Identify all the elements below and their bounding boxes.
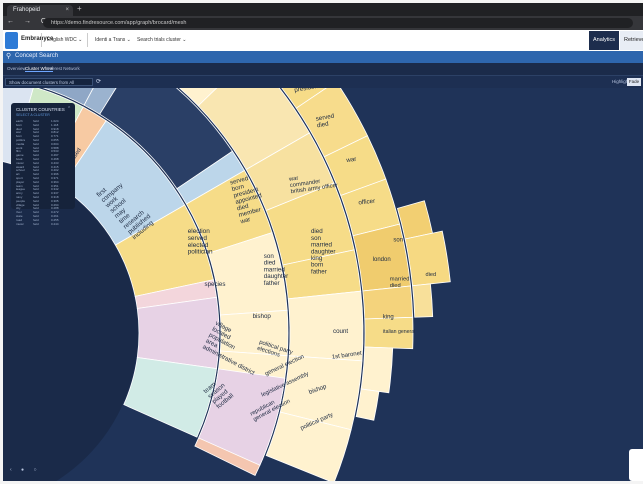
cluster-sport[interactable] [123,357,217,438]
cluster-wheel: filmseriesdirectedtelevisionalbumrelease… [3,88,451,481]
index-selector[interactable]: Identi a Trans ⌄ [95,37,131,43]
wheel-label: son [393,238,403,244]
legend-entry[interactable]: 0.244 [51,222,59,227]
view-tabs: Overview Cluster Wheel Interest Network [3,63,643,76]
app-window: Frahopeid × + ← → C ⌂ https://demo.findr… [3,3,643,481]
browser-toolbar: ← → C ⌂ https://demo.findresource.com/ap… [3,16,643,30]
cluster-legend: CLUSTER COUNTRIES SELECT A CLUSTER ⌃ ear… [11,103,75,225]
analytics-button[interactable]: Analytics [589,31,619,50]
header-divider [87,33,88,47]
tab-overview[interactable]: Overview [7,66,26,71]
header-divider [41,33,42,47]
fade-toggle[interactable]: Fade [627,78,641,86]
frag5[interactable] [355,388,380,421]
wheel-label: species [204,281,225,288]
window-corner [629,449,643,481]
refresh-icon[interactable]: ⟳ [96,78,101,85]
new-tab-icon[interactable]: + [77,4,82,13]
browser-tab-title: Frahopeid [13,7,41,13]
frag4[interactable] [360,346,394,394]
wheel-label: bishop [253,313,272,320]
legend-entry[interactable]: music [16,222,25,227]
legend-subtitle[interactable]: SELECT A CLUSTER [16,113,50,117]
retrieve-button[interactable]: Retrieve [620,31,643,50]
frag1[interactable] [396,200,433,240]
wheel-label: count [333,328,348,335]
wheel-label: died [426,272,437,278]
chevron-up-icon[interactable]: ⌃ [67,106,71,112]
legend-terms: earth born died war born politics media work fil… [16,119,25,227]
legend-entry[interactable]: held [33,222,39,227]
wheel-label: italian general [383,329,415,335]
search-icon: ⚲ [6,53,12,60]
address-bar[interactable]: https://demo.findresource.com/app/graph/… [43,18,633,28]
close-icon[interactable]: × [65,5,69,16]
legend-scores: 1.024 1.118 0.918 0.812 0.771 0.655 0.604 0.588… [51,119,59,227]
playback-icons[interactable]: ‹ ● ○ [10,467,40,473]
cluster-village[interactable] [136,296,220,370]
tab-interest-network[interactable]: Interest Network [47,66,80,71]
app-logo [5,32,18,49]
app-header: Embranyce English WDC ⌄ Identi a Trans ⌄… [3,30,643,52]
cluster-source-dropdown[interactable]: Show document clusters from All [5,78,93,86]
browser-tabstrip: Frahopeid × + [3,3,643,16]
legend-title: CLUSTER COUNTRIES [16,107,65,112]
cluster-selector[interactable]: Search trials cluster ⌄ [137,37,186,43]
frag3[interactable] [412,283,434,318]
legend-held: held held held held held held held held held held… [33,119,39,227]
wheel-label: king [383,314,394,320]
browser-tab[interactable]: Frahopeid × [7,5,73,16]
search-input[interactable]: Concept Search [15,53,58,59]
chart-toolbar: Show document clusters from All ⟳ Highli… [3,76,643,88]
wheel-label: london [373,257,391,263]
search-bar[interactable]: ⚲ Concept Search [3,51,643,63]
cluster-count[interactable] [287,290,364,362]
language-selector[interactable]: English WDC ⌄ [47,37,82,43]
